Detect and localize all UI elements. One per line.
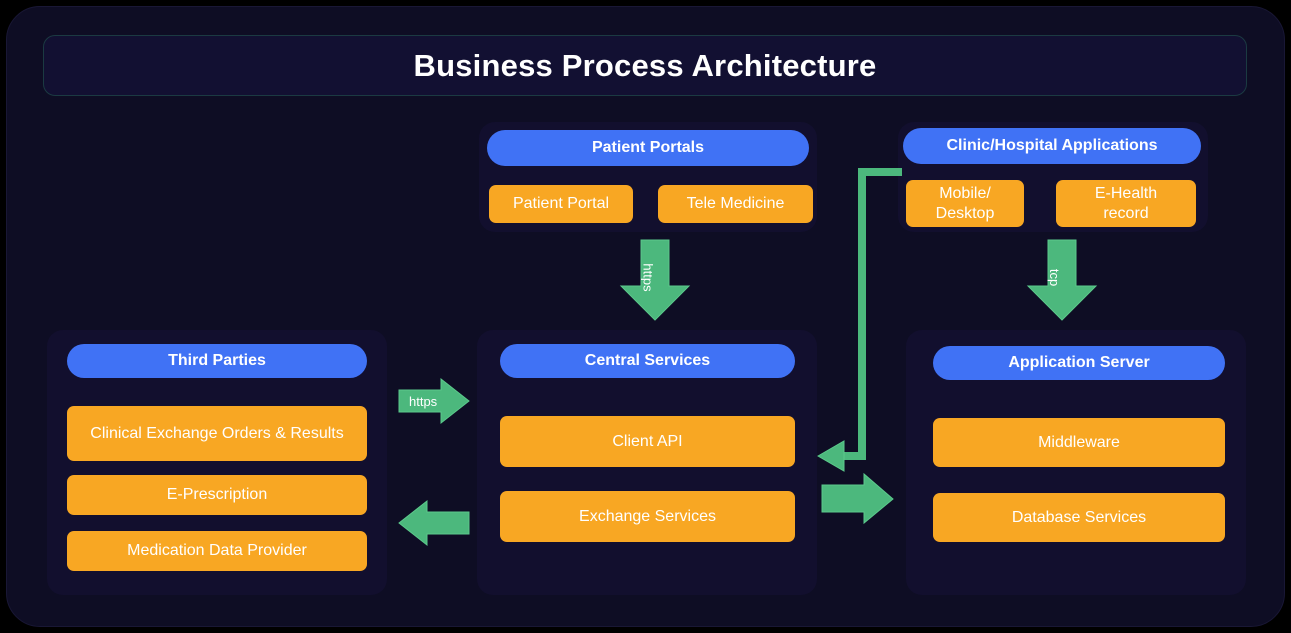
node-e-prescription[interactable]: E-Prescription xyxy=(67,475,367,515)
node-database-services[interactable]: Database Services xyxy=(933,493,1225,542)
node-client-api[interactable]: Client API xyxy=(500,416,795,467)
group-header-clinic-hospital-applications: Clinic/Hospital Applications xyxy=(903,128,1201,164)
node-middleware[interactable]: Middleware xyxy=(933,418,1225,467)
node-e-health-record-line2: record xyxy=(1103,204,1149,222)
node-patient-portal[interactable]: Patient Portal xyxy=(489,185,633,223)
arrow-portals-to-central xyxy=(619,239,691,321)
node-clinical-exchange-orders-results[interactable]: Clinical Exchange Orders & Results xyxy=(67,406,367,461)
diagram-canvas: Business Process Architecture Patient Po… xyxy=(0,0,1291,633)
node-e-health-record-line1: E-Health xyxy=(1094,184,1158,202)
arrow-central-to-thirdparty xyxy=(398,499,470,547)
node-e-health-record[interactable]: E-Health record xyxy=(1056,180,1196,227)
title-bar: Business Process Architecture xyxy=(43,35,1247,96)
arrow-appserver-to-central-head xyxy=(816,440,845,472)
node-mobile-desktop-line1: Mobile/ xyxy=(939,184,991,202)
arrow-thirdparty-to-central xyxy=(398,377,470,425)
feedback-line-vertical-segment xyxy=(858,168,866,460)
node-mobile-desktop-line2: Desktop xyxy=(935,204,995,222)
group-header-third-parties: Third Parties xyxy=(67,344,367,378)
arrow-central-to-appserver xyxy=(821,472,894,525)
arrow-clinic-to-appserver xyxy=(1026,239,1098,321)
group-header-application-server: Application Server xyxy=(933,346,1225,380)
node-tele-medicine[interactable]: Tele Medicine xyxy=(658,185,813,223)
node-medication-data-provider[interactable]: Medication Data Provider xyxy=(67,531,367,571)
node-exchange-services[interactable]: Exchange Services xyxy=(500,491,795,542)
group-header-patient-portals: Patient Portals xyxy=(487,130,809,166)
group-header-central-services: Central Services xyxy=(500,344,795,378)
page-title: Business Process Architecture xyxy=(413,47,877,83)
node-mobile-desktop[interactable]: Mobile/ Desktop xyxy=(906,180,1024,227)
